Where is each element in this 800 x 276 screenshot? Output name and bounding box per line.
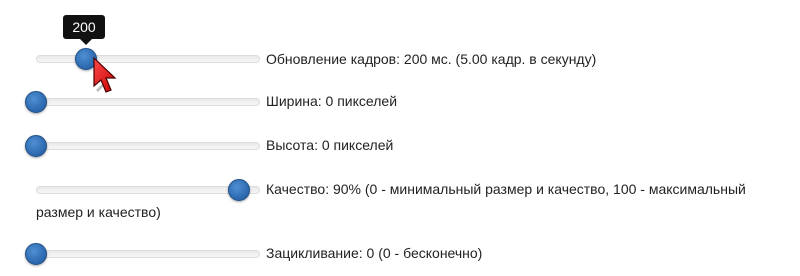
height-label: Высота: 0 пикселей bbox=[266, 137, 394, 153]
quality-label-line1: Качество: 90% (0 - минимальный размер и … bbox=[266, 181, 746, 197]
quality-slider-handle[interactable] bbox=[228, 179, 250, 201]
width-slider-handle[interactable] bbox=[25, 91, 47, 113]
quality-slider-track[interactable] bbox=[36, 186, 260, 194]
height-slider-handle[interactable] bbox=[25, 135, 47, 157]
tooltip-arrow bbox=[80, 39, 92, 45]
mouse-pointer-icon bbox=[93, 56, 117, 93]
width-slider-track[interactable] bbox=[36, 98, 260, 106]
quality-label-line2: размер и качество) bbox=[36, 204, 161, 220]
frame-rate-tooltip: 200 bbox=[63, 15, 105, 39]
loop-label: Зацикливание: 0 (0 - бесконечно) bbox=[266, 245, 483, 261]
width-label: Ширина: 0 пикселей bbox=[266, 93, 398, 109]
height-slider-track[interactable] bbox=[36, 142, 260, 150]
loop-slider-track[interactable] bbox=[36, 250, 260, 258]
loop-slider-handle[interactable] bbox=[25, 243, 47, 265]
frame-rate-label: Обновление кадров: 200 мс. (5.00 кадр. в… bbox=[266, 51, 597, 67]
frame-rate-slider-track[interactable] bbox=[36, 55, 260, 63]
